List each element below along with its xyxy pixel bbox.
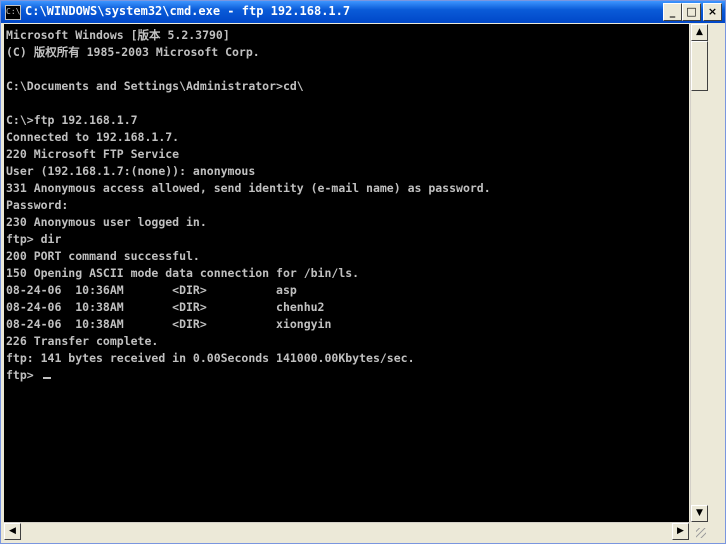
scroll-up-button[interactable]: ▲ [691,24,708,41]
console-line: 150 Opening ASCII mode data connection f… [6,266,360,280]
console-line: 220 Microsoft FTP Service [6,147,180,161]
console-line: 200 PORT command successful. [6,249,200,263]
window-title: C:\WINDOWS\system32\cmd.exe - ftp 192.16… [25,4,351,18]
console-text: Microsoft Windows [版本 5.2.3790] (C) 版权所有 … [4,24,689,384]
prompt-text: ftp> [6,368,41,382]
scroll-down-button[interactable]: ▼ [691,505,708,522]
cmd-icon: C:\ [5,5,21,20]
console-line: User (192.168.1.7:(none)): anonymous [6,164,256,178]
vertical-scroll-thumb[interactable] [691,41,708,91]
console-line: 08-24-06 10:38AM <DIR> chenhu2 [6,300,325,314]
console-line: ftp> dir [6,232,62,246]
console-line: Password: [6,198,69,212]
title-bar[interactable]: C:\ C:\WINDOWS\system32\cmd.exe - ftp 19… [1,1,725,23]
resize-grip-icon [696,528,706,538]
size-grip[interactable] [690,522,708,540]
console-line: Connected to 192.168.1.7. [6,130,180,144]
console-line: 08-24-06 10:38AM <DIR> xiongyin [6,317,332,331]
console-line: C:\Documents and Settings\Administrator>… [6,79,304,93]
console-output[interactable]: Microsoft Windows [版本 5.2.3790] (C) 版权所有 … [4,24,689,522]
console-line: ftp: 141 bytes received in 0.00Seconds 1… [6,351,415,365]
console-line: (C) 版权所有 1985-2003 Microsoft Corp. [6,45,260,59]
horizontal-scrollbar[interactable]: ◀ ▶ [4,522,690,540]
minimize-button[interactable]: _ [663,3,682,21]
scroll-left-button[interactable]: ◀ [4,523,21,540]
text-cursor [42,377,51,379]
prompt-line: ftp> [6,367,689,384]
vertical-scrollbar[interactable]: ▲ ▼ [690,24,708,522]
console-line: 08-24-06 10:36AM <DIR> asp [6,283,297,297]
console-line: 230 Anonymous user logged in. [6,215,207,229]
cmd-window: C:\ C:\WINDOWS\system32\cmd.exe - ftp 19… [0,0,726,544]
scroll-right-button[interactable]: ▶ [672,523,689,540]
console-line: 226 Transfer complete. [6,334,159,348]
close-button[interactable]: × [703,3,722,21]
console-line: C:\>ftp 192.168.1.7 [6,113,138,127]
console-line: 331 Anonymous access allowed, send ident… [6,181,491,195]
maximize-button[interactable]: □ [682,3,701,21]
console-line: Microsoft Windows [版本 5.2.3790] [6,28,230,42]
